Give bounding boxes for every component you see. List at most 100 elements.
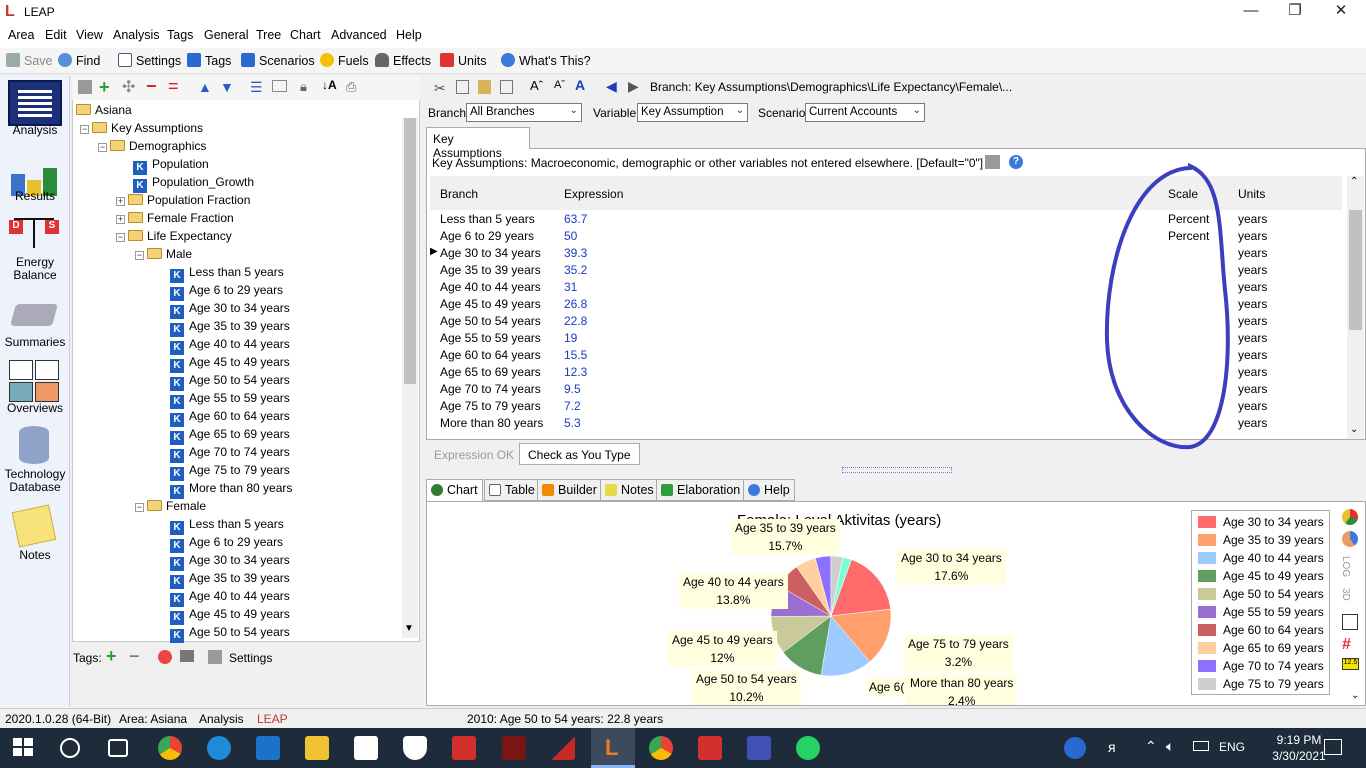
tree-node-male-age-group[interactable]: K Age 6 to 29 years <box>170 281 283 301</box>
cell-units[interactable]: years <box>1238 415 1267 432</box>
cell-units[interactable]: years <box>1238 330 1267 347</box>
move-up-icon[interactable]: ▲ <box>198 79 212 95</box>
notification-icon[interactable] <box>1324 739 1342 755</box>
tab-elaboration[interactable]: Elaboration <box>656 479 746 501</box>
print-icon[interactable]: ⎙ <box>346 79 356 95</box>
menu-advanced[interactable]: Advanced <box>331 28 387 42</box>
legend-item[interactable]: Age 65 to 69 years <box>1198 641 1324 659</box>
tree-node-male-age-group[interactable]: K Age 30 to 34 years <box>170 299 290 319</box>
tree-node-male-age-group[interactable]: K Age 75 to 79 years <box>170 461 290 481</box>
tree-node-life-expectancy[interactable]: − Life Expectancy <box>116 227 232 245</box>
cell-branch[interactable]: Age 70 to 74 years <box>440 381 541 398</box>
tab-builder[interactable]: Builder <box>537 479 602 501</box>
tree-node-male-age-group[interactable]: K Less than 5 years <box>170 263 284 283</box>
cell-branch[interactable]: More than 80 years <box>440 415 543 432</box>
color-tag-icon[interactable] <box>158 650 172 664</box>
find-button[interactable]: Find <box>58 53 100 68</box>
scroll-down-icon[interactable]: ▼ <box>404 623 414 634</box>
tree-node-male-age-group[interactable]: K Age 65 to 69 years <box>170 425 290 445</box>
collapse-icon[interactable]: − <box>135 251 144 260</box>
scroll-down-icon[interactable]: ⌄ <box>1351 690 1359 701</box>
cell-units[interactable]: years <box>1238 313 1267 330</box>
tab-table[interactable]: Table <box>484 479 540 501</box>
column-expression[interactable]: Expression <box>564 187 623 201</box>
cell-branch[interactable]: Age 75 to 79 years <box>440 398 541 415</box>
tree-node-demographics[interactable]: − Demographics <box>98 137 206 155</box>
edit-description-icon[interactable] <box>985 155 1000 169</box>
column-branch[interactable]: Branch <box>440 187 478 201</box>
app-icon[interactable] <box>551 736 575 760</box>
increase-font-icon[interactable]: Aˆ <box>530 78 543 93</box>
cell-branch[interactable]: Age 50 to 54 years <box>440 313 541 330</box>
legend-item[interactable]: Age 55 to 59 years <box>1198 605 1324 623</box>
menu-general[interactable]: General <box>204 28 248 42</box>
cell-expression[interactable]: 12.3 <box>564 364 587 381</box>
cell-expression[interactable]: 31 <box>564 279 577 296</box>
cell-expression[interactable]: 15.5 <box>564 347 587 364</box>
edge-icon[interactable] <box>207 736 231 760</box>
tree-node-female-age-group[interactable]: K Less than 5 years <box>170 515 284 535</box>
search-icon[interactable] <box>60 738 80 758</box>
cell-expression[interactable]: 7.2 <box>564 398 581 415</box>
cell-units[interactable]: years <box>1238 211 1267 228</box>
nav-results[interactable]: Results <box>0 190 70 203</box>
delete-icon[interactable]: − <box>146 76 157 97</box>
collapse-icon[interactable]: − <box>116 233 125 242</box>
copy-icon[interactable] <box>456 80 469 94</box>
variable-select[interactable]: Key Assumption ⌄ <box>637 103 748 122</box>
grid-toggle-icon[interactable]: # <box>1342 636 1351 654</box>
cell-units[interactable]: years <box>1238 398 1267 415</box>
notes-icon[interactable] <box>9 504 59 548</box>
tree-node-female-age-group[interactable]: K Age 45 to 49 years <box>170 605 290 625</box>
remove-tag-icon[interactable]: − <box>129 646 140 667</box>
cell-expression[interactable]: 22.8 <box>564 313 587 330</box>
cell-expression[interactable]: 26.8 <box>564 296 587 313</box>
tree-node-male-age-group[interactable]: K Age 55 to 59 years <box>170 389 290 409</box>
cell-branch[interactable]: Age 35 to 39 years <box>440 262 541 279</box>
restore-button[interactable]: ❐ <box>1272 0 1318 24</box>
store-icon[interactable] <box>354 736 378 760</box>
add-icon[interactable]: + <box>99 77 110 98</box>
cut-icon[interactable]: ✂ <box>434 80 446 97</box>
collapse-icon[interactable]: − <box>98 143 107 152</box>
legend-item[interactable]: Age 45 to 49 years <box>1198 569 1324 587</box>
save-button[interactable]: Save <box>6 53 53 68</box>
forward-icon[interactable]: ▶ <box>628 78 639 95</box>
tree-node-female-age-group[interactable]: K Age 6 to 29 years <box>170 533 283 553</box>
cell-branch[interactable]: Age 40 to 44 years <box>440 279 541 296</box>
app-icon[interactable] <box>747 736 771 760</box>
people-icon[interactable]: ᴙ <box>1108 739 1116 755</box>
autocad-icon[interactable] <box>452 736 476 760</box>
grid-scrollbar[interactable]: ⌃ ⌄ <box>1347 176 1364 439</box>
properties-icon[interactable] <box>78 80 92 94</box>
menu-chart[interactable]: Chart <box>290 28 321 42</box>
tree-node-male-age-group[interactable]: K Age 50 to 54 years <box>170 371 290 391</box>
chrome-icon[interactable] <box>649 736 673 760</box>
tab-chart[interactable]: Chart <box>426 479 483 501</box>
cell-units[interactable]: years <box>1238 347 1267 364</box>
paste-icon[interactable] <box>478 80 491 94</box>
legend-item[interactable]: Age 30 to 34 years <box>1198 515 1324 533</box>
tree-node-male-age-group[interactable]: K Age 40 to 44 years <box>170 335 290 355</box>
minimize-button[interactable]: — <box>1228 0 1274 24</box>
tab-key-assumptions[interactable]: Key Assumptions <box>426 127 530 160</box>
tree-node-female[interactable]: − Female <box>135 497 206 515</box>
tree-node-male-age-group[interactable]: K Age 35 to 39 years <box>170 317 290 337</box>
cell-branch[interactable]: Age 6 to 29 years <box>440 228 534 245</box>
decrease-font-icon[interactable]: Aˇ <box>554 79 565 91</box>
legend-item[interactable]: Age 75 to 79 years <box>1198 677 1324 695</box>
scrollbar-thumb[interactable] <box>1349 210 1362 330</box>
tree-node-root[interactable]: Asiana <box>76 101 132 119</box>
add-multiple-icon[interactable]: ✣ <box>122 77 135 97</box>
scroll-up-icon[interactable]: ⌃ <box>1350 176 1358 187</box>
tree-node-male-age-group[interactable]: K More than 80 years <box>170 479 292 499</box>
cell-branch[interactable]: Less than 5 years <box>440 211 535 228</box>
energy-balance-icon[interactable]: D S <box>9 216 59 260</box>
cell-units[interactable]: years <box>1238 262 1267 279</box>
tree-node-male[interactable]: − Male <box>135 245 192 263</box>
legend-item[interactable]: Age 60 to 64 years <box>1198 623 1324 641</box>
tree-node-female-fraction[interactable]: + Female Fraction <box>116 209 234 227</box>
fuels-button[interactable]: Fuels <box>320 53 369 68</box>
cell-units[interactable]: years <box>1238 364 1267 381</box>
effects-button[interactable]: Effects <box>375 53 431 68</box>
